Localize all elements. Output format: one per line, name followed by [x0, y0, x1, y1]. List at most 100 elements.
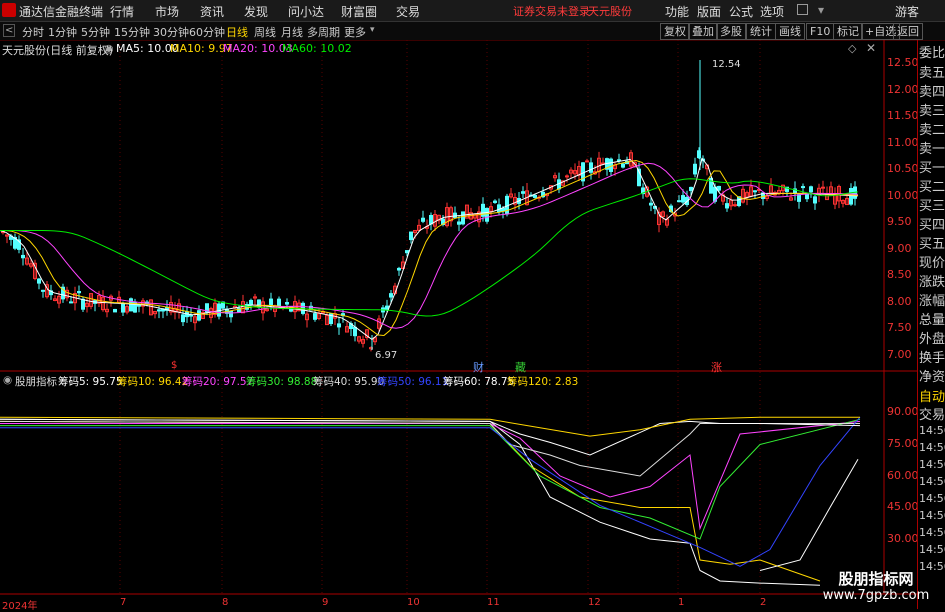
indicator-value-cm60: 筹码60: 78.75 — [443, 376, 515, 388]
trade-time: 14:56 — [919, 543, 945, 556]
period-toolbar: < 分时 1分钟 5分钟 15分钟 30分钟 60分钟 日线 周线 月线 多周期… — [0, 22, 945, 41]
diejia-button[interactable]: 叠加 — [688, 23, 718, 40]
minimize-icon[interactable]: ▾ — [818, 3, 824, 17]
indicator-value-cm10: 筹码10: 96.42 — [117, 376, 189, 388]
menu-gongshi[interactable]: 公式 — [729, 3, 753, 20]
panel-buy1: 买一 — [919, 161, 945, 176]
price-tick: 12.00 — [887, 83, 919, 96]
price-tick: 8.00 — [887, 295, 912, 308]
duogu-button[interactable]: 多股 — [716, 23, 746, 40]
menu-banmian[interactable]: 版面 — [697, 3, 721, 20]
kline-chart[interactable] — [0, 40, 917, 609]
period-fenshi[interactable]: 分时 — [22, 24, 44, 40]
candle-body — [485, 207, 489, 222]
period-day[interactable]: 日线 — [226, 24, 248, 40]
period-5min[interactable]: 5分钟 — [81, 24, 110, 40]
event-marker-finance[interactable]: 财 — [473, 359, 484, 375]
indicator-name[interactable]: 股朋指标 — [15, 374, 57, 389]
candle-body — [429, 214, 433, 225]
price-tick: 8.50 — [887, 268, 912, 281]
candle-body — [733, 204, 737, 207]
event-marker-holding[interactable]: 藏 — [515, 359, 526, 375]
indicator-value-cm120: 筹码120: 2.83 — [507, 376, 579, 388]
indicator-tick: 90.00 — [887, 405, 919, 418]
candle-body — [121, 303, 125, 313]
candle-body — [717, 185, 721, 191]
trade-time: 14:56 — [919, 441, 945, 454]
candle-body — [801, 186, 805, 189]
candle-body — [81, 298, 85, 310]
panel-sell4: 卖四 — [919, 85, 945, 100]
indicator-line — [0, 420, 821, 582]
period-week[interactable]: 周线 — [254, 24, 276, 40]
panel-buy2: 买二 — [919, 180, 945, 195]
indicator-value-cm40: 筹码40: 95.90 — [313, 376, 385, 388]
collapse-icon[interactable]: < — [3, 24, 16, 37]
period-multi[interactable]: 多周期 — [307, 24, 340, 40]
event-marker-dividend[interactable]: $ — [171, 360, 177, 371]
indicator-line — [759, 458, 859, 571]
candle-body — [409, 231, 413, 241]
panel-weibi[interactable]: 委比 — [919, 42, 945, 61]
watermark-url: www.7gpzb.com — [822, 588, 930, 603]
candle-body — [681, 195, 685, 203]
more-dropdown-icon[interactable]: ▾ — [370, 25, 375, 35]
price-tick: 7.00 — [887, 348, 912, 361]
trade-time: 14:56 — [919, 492, 945, 505]
candle-body — [753, 190, 757, 193]
menu-caifuquan[interactable]: 财富圈 — [341, 3, 377, 20]
biaoji-button[interactable]: 标记 — [833, 23, 863, 40]
candle-body — [313, 313, 317, 320]
menu-xuanxiang[interactable]: 选项 — [760, 3, 784, 20]
candle-body — [277, 298, 281, 307]
tongji-button[interactable]: 统计 — [746, 23, 776, 40]
candle-body — [269, 298, 273, 306]
huaxian-button[interactable]: 画线 — [775, 23, 805, 40]
menu-hangqing[interactable]: 行情 — [110, 3, 134, 20]
menu-youke[interactable]: 游客 — [895, 3, 919, 20]
price-tick: 10.50 — [887, 162, 919, 175]
indicator-value-cm50: 筹码50: 96.11 — [377, 376, 449, 388]
period-15min[interactable]: 15分钟 — [114, 24, 150, 40]
candle-body — [461, 211, 465, 225]
event-marker-limitup[interactable]: 涨 — [711, 359, 722, 375]
candle-body — [337, 323, 341, 328]
period-1min[interactable]: 1分钟 — [48, 24, 77, 40]
date-tick: 12 — [588, 597, 601, 608]
panel-trades[interactable]: 交易 — [919, 404, 945, 423]
candle-body — [389, 293, 393, 298]
period-60min[interactable]: 60分钟 — [189, 24, 225, 40]
menu-zixun[interactable]: 资讯 — [200, 3, 224, 20]
candle-body — [565, 175, 569, 178]
candle-body — [609, 158, 613, 172]
window-settings-icon[interactable] — [797, 4, 808, 15]
period-more[interactable]: 更多 — [344, 24, 366, 40]
indicator-tick: 45.00 — [887, 500, 919, 513]
login-notice[interactable]: 证券交易未登录 — [513, 3, 590, 19]
menu-faxian[interactable]: 发现 — [244, 3, 268, 20]
panel-outer-volume: 外盘 — [919, 332, 945, 347]
candle-body — [397, 267, 401, 271]
price-tick: 7.50 — [887, 321, 912, 334]
candle-body — [41, 289, 45, 292]
period-month[interactable]: 月线 — [281, 24, 303, 40]
period-30min[interactable]: 30分钟 — [153, 24, 189, 40]
menu-shichang[interactable]: 市场 — [155, 3, 179, 20]
f10-button[interactable]: F10 — [806, 23, 835, 40]
panel-auto[interactable]: 自动 — [919, 386, 945, 405]
indicator-line — [0, 418, 861, 456]
panel-volume: 总量 — [919, 313, 945, 328]
back-button[interactable]: 返回 — [893, 23, 923, 40]
candle-body — [229, 310, 233, 318]
date-tick: 1 — [678, 597, 685, 608]
candle-body — [77, 290, 81, 294]
menu-jiaoyi[interactable]: 交易 — [396, 3, 420, 20]
menu-gongneng[interactable]: 功能 — [665, 3, 689, 20]
price-tick: 10.00 — [887, 189, 919, 202]
fuquan-button[interactable]: 复权 — [660, 23, 690, 40]
date-tick: 7 — [120, 597, 127, 608]
indicator-line — [0, 418, 821, 586]
menu-wenxiaoda[interactable]: 问小达 — [288, 3, 324, 20]
panel-sell1: 卖一 — [919, 142, 945, 157]
indicator-settings-icon[interactable]: ◉ — [3, 374, 12, 386]
